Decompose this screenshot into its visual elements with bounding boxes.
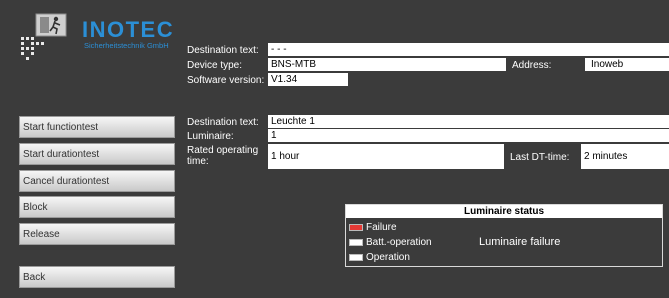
start-durationtest-button[interactable]: Start durationtest <box>19 143 175 165</box>
rated-operating-time-value: 1 hour <box>268 144 504 169</box>
legend-failure-label: Failure <box>366 221 397 233</box>
block-button[interactable]: Block <box>19 196 175 218</box>
luminaire-detail-screen: INOTEC Sicherheitstechnik GmbH Destinati… <box>0 0 669 298</box>
last-dt-time-value: 2 minutes <box>581 144 669 169</box>
back-button[interactable]: Back <box>19 266 175 288</box>
luminaire-status-message: Luminaire failure <box>479 236 561 248</box>
luminaire-status-title: Luminaire status <box>346 205 662 218</box>
luminaire-destination-label: Destination text: <box>187 117 259 128</box>
device-destination-value: - - - <box>268 43 669 56</box>
rated-operating-time-label: Rated operating time: <box>187 145 259 167</box>
software-version-value: V1.34 <box>268 73 348 86</box>
exit-sign-icon <box>21 13 67 60</box>
device-destination-label: Destination text: <box>187 45 259 56</box>
batt-operation-indicator-icon <box>349 238 363 246</box>
operation-indicator-icon <box>349 253 363 261</box>
legend-operation: Operation <box>349 251 410 263</box>
luminaire-number-label: Luminaire: <box>187 131 234 142</box>
cancel-durationtest-button[interactable]: Cancel durationtest <box>19 170 175 192</box>
luminaire-number-value: 1 <box>268 129 669 142</box>
inotec-logo: INOTEC Sicherheitstechnik GmbH <box>20 13 173 75</box>
software-version-label: Software version: <box>187 75 265 86</box>
legend-operation-label: Operation <box>366 251 410 263</box>
luminaire-destination-value: Leuchte 1 <box>268 115 669 128</box>
last-dt-time-label: Last DT-time: <box>510 152 570 163</box>
failure-indicator-icon <box>349 223 363 231</box>
release-button[interactable]: Release <box>19 223 175 245</box>
brand-name: INOTEC <box>82 17 175 42</box>
device-type-value: BNS-MTB <box>268 58 506 71</box>
address-value: Inoweb <box>585 58 669 71</box>
start-functiontest-button[interactable]: Start functiontest <box>19 116 175 138</box>
legend-failure: Failure <box>349 221 397 233</box>
luminaire-status-panel: Luminaire status Failure Batt.-operation… <box>345 204 663 267</box>
legend-batt-operation: Batt.-operation <box>349 236 432 248</box>
address-label: Address: <box>512 60 552 71</box>
legend-batt-operation-label: Batt.-operation <box>366 236 432 248</box>
device-type-label: Device type: <box>187 60 243 71</box>
brand-subtitle: Sicherheitstechnik GmbH <box>84 41 169 50</box>
